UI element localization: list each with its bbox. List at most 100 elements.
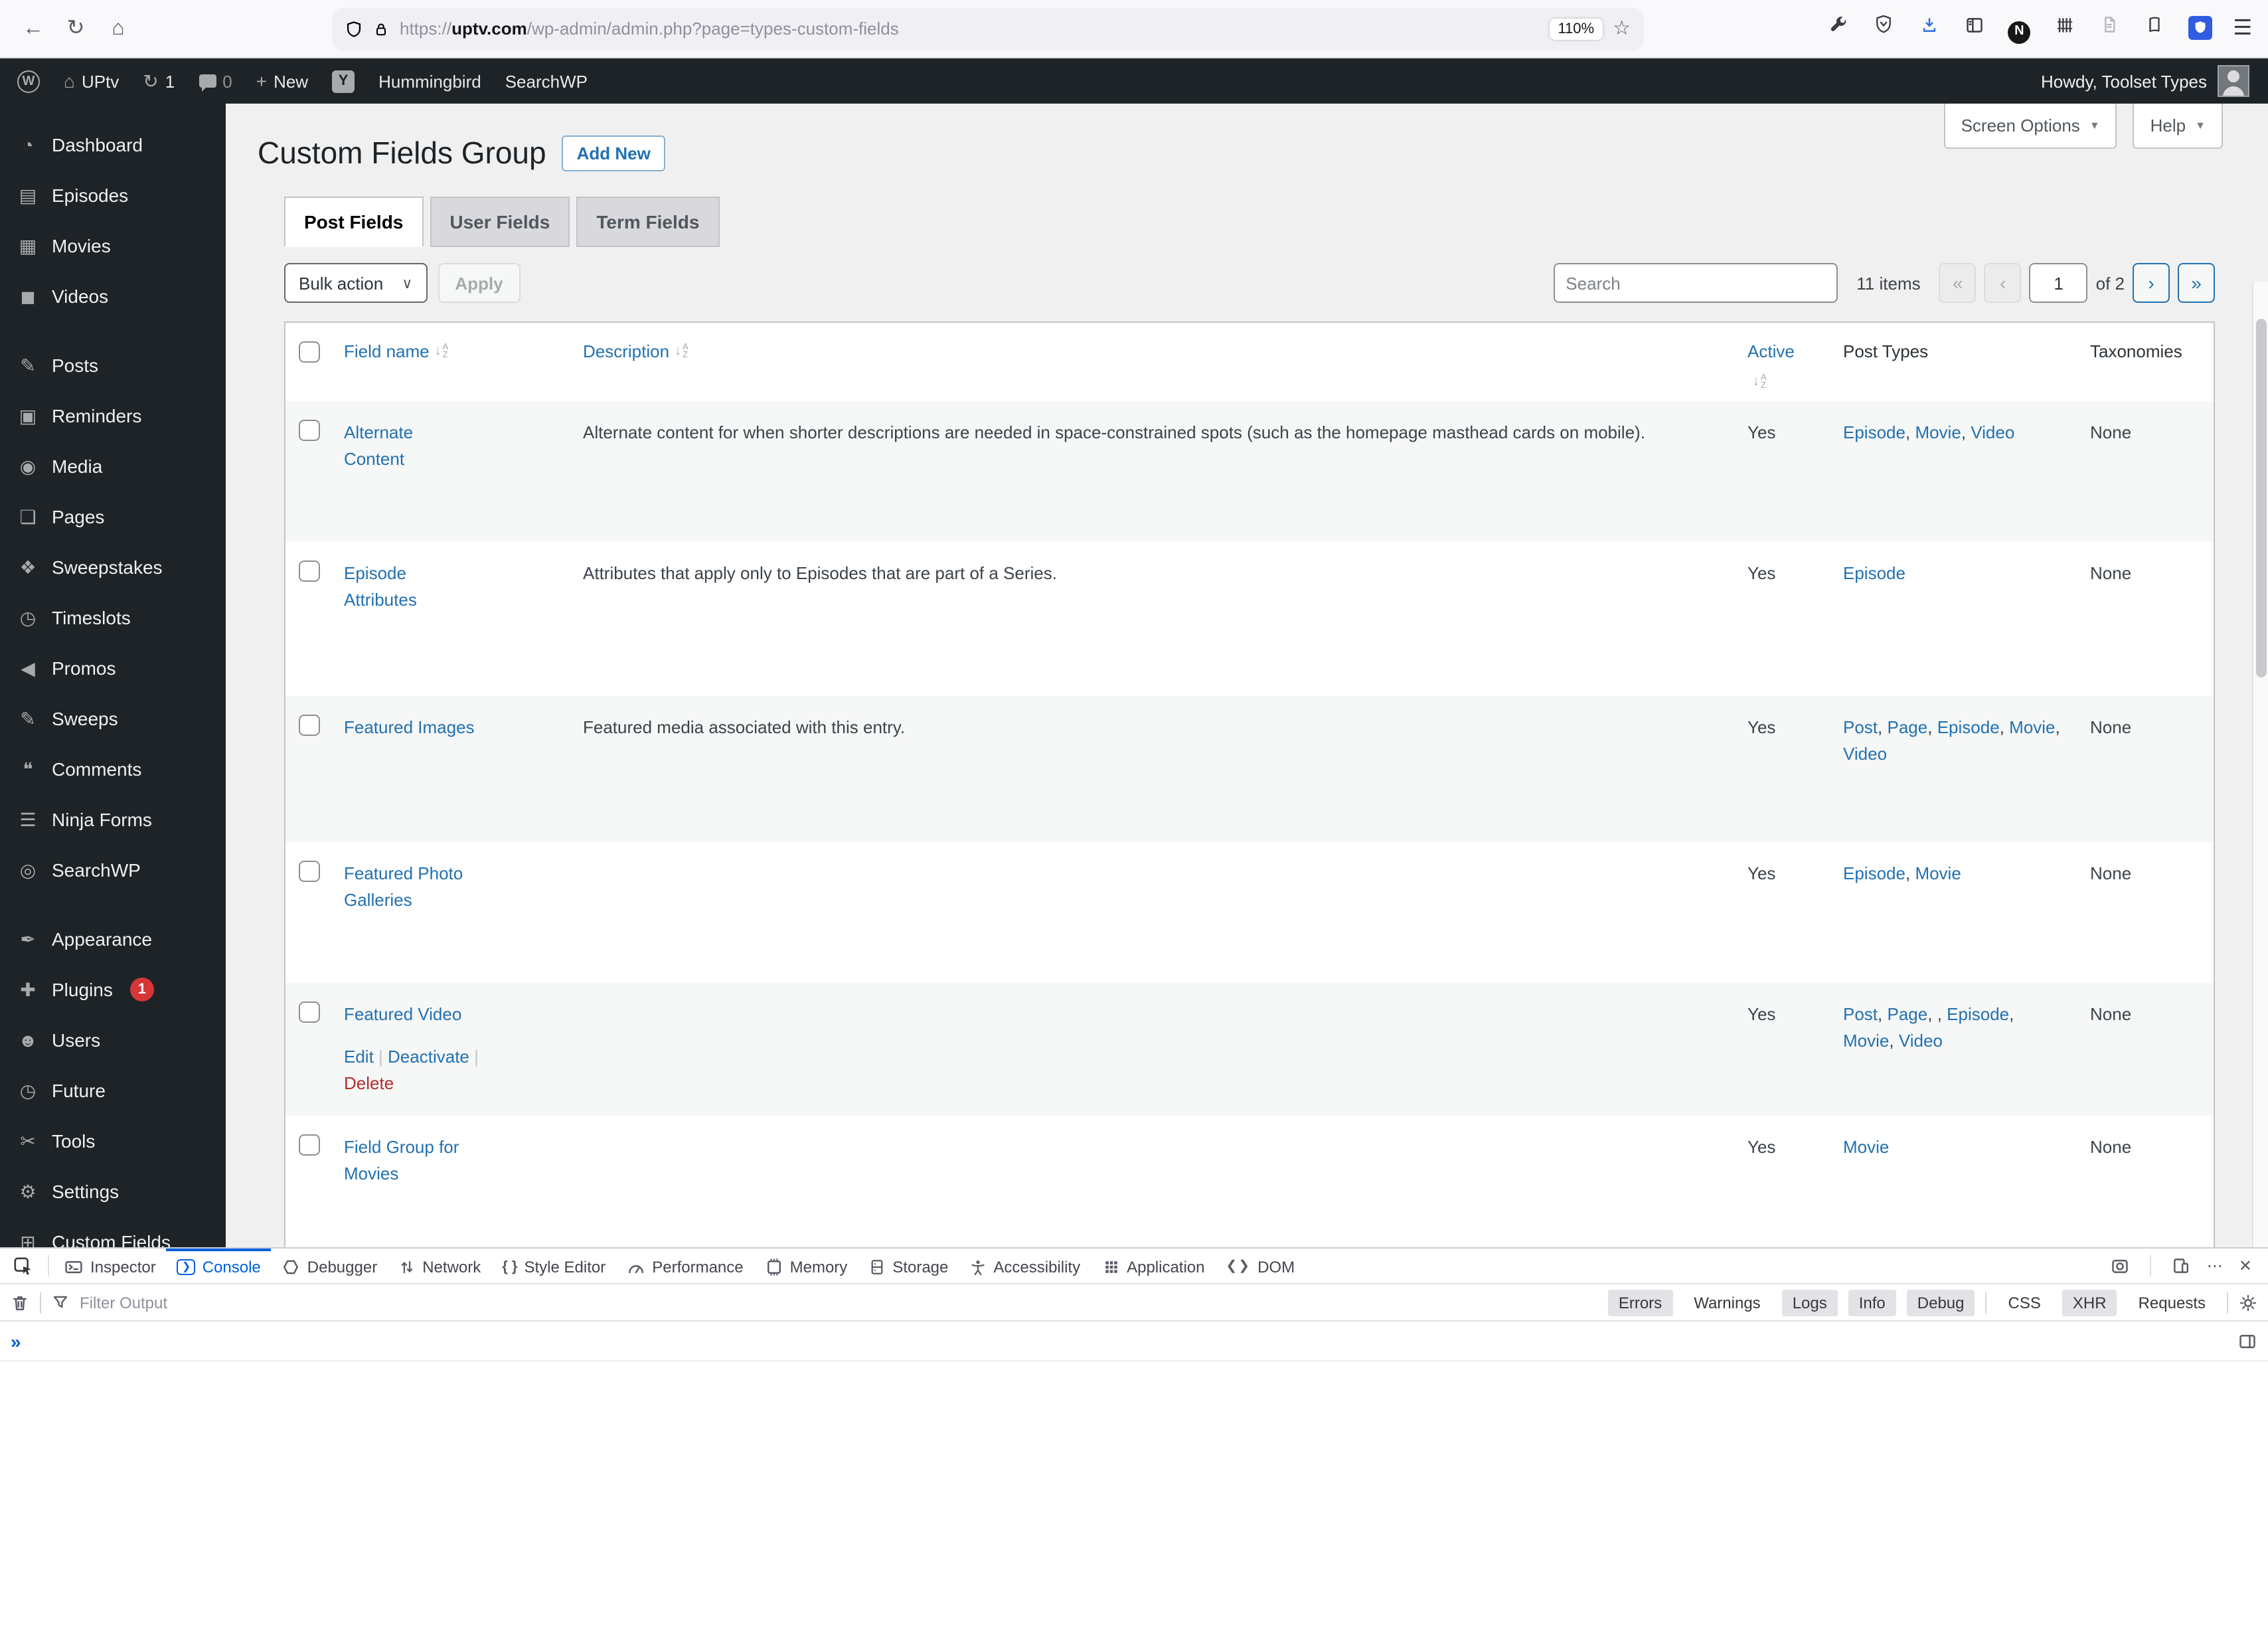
sidebar-item-future[interactable]: ◷ Future	[0, 1065, 226, 1116]
filter-button-xhr[interactable]: XHR	[2062, 1289, 2117, 1316]
post-type-link[interactable]: Episode	[1843, 563, 1905, 582]
sidebar-item-custom-fields[interactable]: ⊞ Custom Fields	[0, 1217, 226, 1247]
filter-button-css[interactable]: CSS	[1998, 1289, 2052, 1316]
camera-icon[interactable]	[2110, 1257, 2130, 1275]
field-name-link[interactable]: Alternate Content	[344, 419, 477, 473]
sidebar-item-tools[interactable]: ✂ Tools	[0, 1116, 226, 1166]
toggle-sidebar-icon[interactable]	[2237, 1332, 2257, 1350]
post-type-link[interactable]: Episode	[1937, 717, 2000, 737]
next-page-button[interactable]: ›	[2133, 263, 2170, 303]
row-checkbox[interactable]	[299, 714, 320, 735]
filter-button-info[interactable]: Info	[1848, 1289, 1896, 1316]
filter-output-input[interactable]: Filter Output	[80, 1293, 1597, 1312]
console-settings-gear-icon[interactable]	[2239, 1293, 2257, 1312]
row-action-deactivate[interactable]: Deactivate	[388, 1046, 469, 1066]
sidebar-item-users[interactable]: ☻ Users	[0, 1015, 226, 1065]
bulk-action-select[interactable]: Bulk action ∨	[284, 263, 428, 303]
bookmark-star-icon[interactable]: ☆	[1613, 19, 1631, 39]
book-icon[interactable]	[2140, 11, 2169, 40]
adminbar-item-searchwp[interactable]: SearchWP	[493, 58, 600, 104]
lock-icon[interactable]	[373, 19, 389, 38]
updates-menu[interactable]: ↻ 1	[131, 58, 187, 104]
site-name-menu[interactable]: ⌂ UPtv	[52, 58, 131, 104]
sort-link-description[interactable]: Description ↓ A Z	[583, 341, 688, 361]
prev-page-button[interactable]: ‹	[1984, 263, 2022, 303]
sidebar-item-plugins[interactable]: ✚ Plugins 1	[0, 964, 226, 1015]
yoast-menu[interactable]: Y	[320, 58, 366, 104]
adminbar-item-hummingbird[interactable]: Hummingbird	[366, 58, 493, 104]
tab-post-fields[interactable]: Post Fields	[284, 197, 424, 247]
sidebar-panel-icon[interactable]	[1959, 11, 1988, 41]
row-checkbox[interactable]	[299, 419, 320, 440]
post-type-link[interactable]: Post	[1843, 1003, 1878, 1023]
row-checkbox[interactable]	[299, 1134, 320, 1156]
account-menu[interactable]: Howdy, Toolset Types	[2041, 65, 2263, 97]
sort-link-field-name[interactable]: Field name ↓ A Z	[344, 341, 448, 361]
post-type-link[interactable]: Episode	[1843, 863, 1905, 883]
page-scrollbar[interactable]	[2252, 282, 2268, 1247]
tab-term-fields[interactable]: Term Fields	[576, 197, 720, 247]
zoom-level-badge[interactable]: 110%	[1550, 18, 1603, 39]
screen-options-button[interactable]: Screen Options ▼	[1943, 104, 2117, 149]
help-button[interactable]: Help ▼	[2133, 104, 2223, 149]
field-name-link[interactable]: Field Group for Movies	[344, 1134, 477, 1188]
filter-button-debug[interactable]: Debug	[1906, 1289, 1975, 1316]
download-icon[interactable]	[1914, 11, 1943, 41]
field-name-link[interactable]: Episode Attributes	[344, 560, 477, 614]
sidebar-item-comments[interactable]: ❝ Comments	[0, 744, 226, 794]
field-name-link[interactable]: Featured Images	[344, 714, 475, 740]
menu-icon[interactable]: ☰	[2233, 17, 2252, 39]
filter-button-logs[interactable]: Logs	[1781, 1289, 1838, 1316]
post-type-link[interactable]: Movie	[1915, 863, 1961, 883]
post-type-link[interactable]: Video	[1843, 743, 1887, 763]
blue-shield-icon[interactable]	[2185, 13, 2214, 43]
wrench-icon[interactable]	[1824, 11, 1853, 41]
devtools-tab-style-editor[interactable]: { } Style Editor	[491, 1249, 616, 1283]
back-icon[interactable]: ←	[16, 11, 50, 46]
post-type-link[interactable]: Video	[1971, 422, 2014, 442]
filter-button-warnings[interactable]: Warnings	[1683, 1289, 1771, 1316]
current-page-input[interactable]	[2029, 263, 2088, 303]
post-type-link[interactable]: Page	[1888, 717, 1928, 737]
sidebar-item-appearance[interactable]: ✒ Appearance	[0, 914, 226, 964]
devtools-tab-performance[interactable]: Performance	[616, 1249, 754, 1283]
shield-check-icon[interactable]	[1869, 11, 1898, 40]
console-input-row[interactable]: »	[0, 1322, 2268, 1361]
post-type-link[interactable]: Video	[1899, 1030, 1943, 1050]
post-type-link[interactable]: Movie	[1843, 1137, 1889, 1157]
wp-logo-menu[interactable]: W	[5, 58, 52, 104]
comments-menu[interactable]: 0	[187, 58, 244, 104]
field-name-link[interactable]: Featured Video	[344, 1001, 461, 1027]
sidebar-item-videos[interactable]: ◼ Videos	[0, 271, 226, 321]
sidebar-item-ninja-forms[interactable]: ☰ Ninja Forms	[0, 794, 226, 845]
devtools-tab-debugger[interactable]: Debugger	[272, 1249, 388, 1283]
reload-icon[interactable]: ↻	[58, 11, 93, 46]
responsive-icon[interactable]	[2171, 1257, 2191, 1275]
devtools-tab-network[interactable]: Network	[388, 1249, 491, 1283]
sidebar-item-settings[interactable]: ⚙ Settings	[0, 1166, 226, 1217]
row-action-edit[interactable]: Edit	[344, 1046, 374, 1066]
post-type-link[interactable]: Page	[1888, 1003, 1928, 1023]
devtools-tab-storage[interactable]: Storage	[858, 1249, 959, 1283]
post-type-link[interactable]: Episode	[1843, 422, 1905, 442]
row-checkbox[interactable]	[299, 560, 320, 581]
sidebar-item-timeslots[interactable]: ◷ Timeslots	[0, 592, 226, 643]
tab-user-fields[interactable]: User Fields	[430, 197, 570, 247]
sidebar-item-episodes[interactable]: ▤ Episodes	[0, 170, 226, 220]
sidebar-item-movies[interactable]: ▦ Movies	[0, 220, 226, 271]
clear-console-icon[interactable]	[11, 1293, 29, 1312]
sidebar-item-promos[interactable]: ◀ Promos	[0, 643, 226, 693]
shield-icon[interactable]	[345, 19, 363, 38]
post-type-link[interactable]: Movie	[1843, 1030, 1889, 1050]
apply-button[interactable]: Apply	[438, 263, 521, 303]
field-name-link[interactable]: Featured Photo Galleries	[344, 860, 477, 914]
sidebar-item-sweeps[interactable]: ✎ Sweeps	[0, 693, 226, 744]
last-page-button[interactable]: »	[2178, 263, 2215, 303]
sidebar-item-reminders[interactable]: ▣ Reminders	[0, 391, 226, 441]
document-icon[interactable]	[2095, 11, 2124, 40]
devtools-tab-inspector[interactable]: Inspector	[53, 1249, 167, 1283]
n-circle-icon[interactable]: N	[2004, 18, 2034, 47]
new-content-menu[interactable]: + New	[244, 58, 320, 104]
console-output-area[interactable]	[0, 1361, 2268, 1651]
devtools-tab-console[interactable]: ❯ Console	[166, 1249, 272, 1283]
